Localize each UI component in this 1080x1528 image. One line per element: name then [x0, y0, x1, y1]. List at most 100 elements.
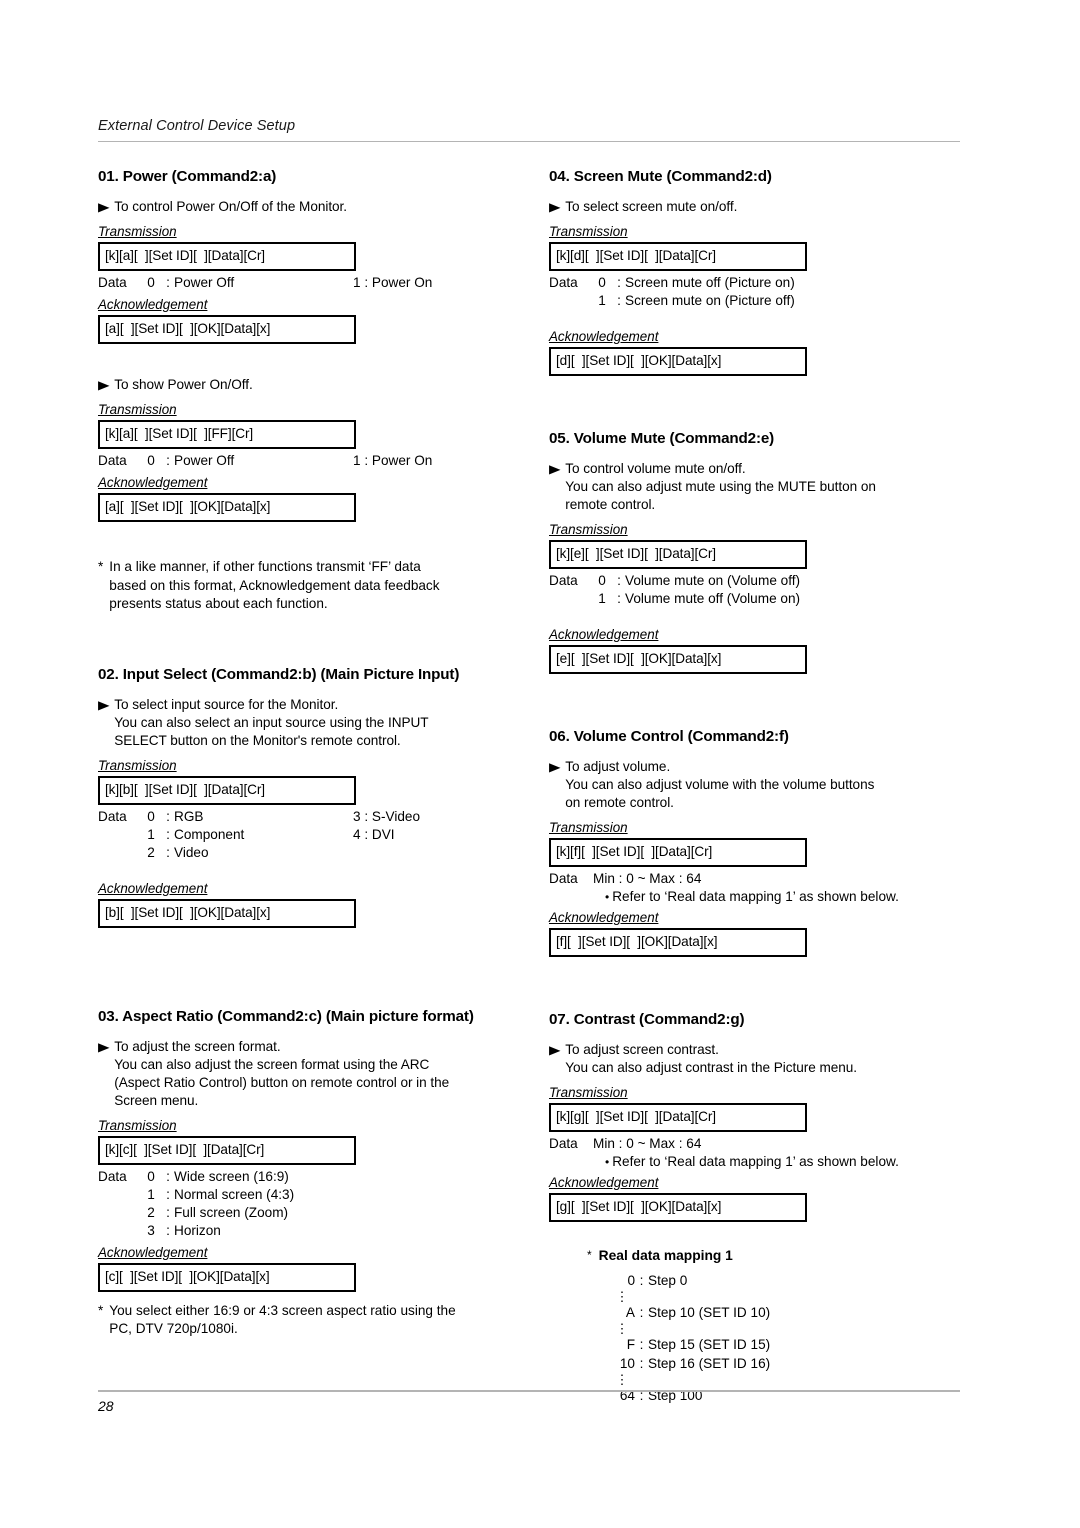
data-key: 2: [147, 1204, 155, 1220]
mapping-key: 10: [619, 1356, 635, 1371]
data-row: 1 : Volume mute off (Volume on): [549, 590, 969, 608]
data-label: Data: [98, 275, 127, 290]
data-value: Normal screen (4:3): [174, 1186, 295, 1202]
section-01-block-1: ▶ To control Power On/Off of the Monitor…: [98, 198, 518, 344]
data-row: Data 0 : RGB 3 : S-Video: [98, 808, 518, 826]
data-label-spacer: [98, 1204, 140, 1222]
intro-bullet: ▶ To adjust volume. You can also adjust …: [549, 758, 969, 812]
triangle-bullet-icon: ▶: [98, 200, 110, 214]
triangle-bullet-icon: ▶: [98, 378, 110, 392]
data-row: Data 0 : Power Off 1 : Power On: [98, 274, 518, 292]
intro-line: Screen menu.: [114, 1092, 199, 1108]
data-label-spacer: [98, 1222, 140, 1240]
transmission-command-box: [k][a][ ][Set ID][ ][FF][Cr]: [98, 420, 356, 449]
intro-line: (Aspect Ratio Control) button on remote …: [114, 1074, 450, 1090]
intro-text: To show Power On/Off.: [114, 377, 253, 392]
real-data-mapping-title-text: Real data mapping 1: [598, 1248, 733, 1263]
footnote-line: PC, DTV 720p/1080i.: [109, 1321, 238, 1336]
data-colon-2: :: [364, 826, 369, 842]
data-colon: :: [166, 1222, 170, 1238]
reference-note-text: Refer to ‘Real data mapping 1’ as shown …: [612, 889, 899, 904]
mapping-ellipsis-row: ⋮: [609, 1373, 969, 1386]
mapping-row: 64 : Step 100: [609, 1386, 969, 1405]
data-colon: :: [166, 453, 170, 468]
data-label: Data: [549, 275, 578, 290]
data-row: 2 : Video: [98, 844, 518, 862]
transmission-label: Transmission: [98, 224, 177, 239]
mapping-colon: :: [639, 1337, 644, 1352]
intro-line: To adjust the screen format.: [114, 1038, 281, 1054]
acknowledgement-label: Acknowledgement: [549, 910, 659, 925]
data-key: 1: [147, 826, 155, 842]
vertical-ellipsis-icon: ⋮: [615, 1372, 629, 1387]
triangle-bullet-icon: ▶: [549, 200, 561, 214]
data-row: 3 : Horizon: [98, 1222, 518, 1240]
acknowledgement-label: Acknowledgement: [549, 329, 659, 344]
data-label: Data: [98, 808, 127, 824]
data-value: Volume mute off (Volume on): [625, 591, 801, 606]
data-range-row: Data Min : 0 ~ Max : 64: [549, 870, 969, 888]
acknowledgement-label: Acknowledgement: [98, 297, 208, 312]
mapping-colon: :: [639, 1273, 644, 1288]
document-page: External Control Device Setup 01. Power …: [0, 0, 1080, 1528]
mapping-ellipsis-row: ⋮: [609, 1322, 969, 1335]
intro-text: To adjust volume. You can also adjust vo…: [565, 758, 874, 812]
mapping-row: 10 : Step 16 (SET ID 16): [609, 1354, 969, 1373]
intro-bullet: ▶ To adjust screen contrast. You can als…: [549, 1041, 969, 1077]
real-data-mapping-list: 0 : Step 0 ⋮ A : Step 10 (SET ID 10) ⋮ F: [609, 1271, 969, 1405]
section-01-block-2: ▶ To show Power On/Off. Transmission [k]…: [98, 376, 518, 522]
dot-bullet-icon: •: [605, 890, 610, 904]
transmission-label: Transmission: [549, 1085, 628, 1100]
mapping-ellipsis-row: ⋮: [609, 1290, 969, 1303]
acknowledgement-command-box: [b][ ][Set ID][ ][OK][Data][x]: [98, 898, 356, 928]
intro-bullet: ▶ To control volume mute on/off. You can…: [549, 460, 969, 514]
section-03-footnote: * You select either 16:9 or 4:3 screen a…: [98, 1302, 518, 1339]
data-label: Data: [549, 573, 578, 588]
data-colon: :: [166, 275, 170, 290]
footnote-text: You select either 16:9 or 4:3 screen asp…: [109, 1302, 455, 1339]
data-key: 0: [598, 275, 606, 290]
data-row: Data 0 : Power Off 1 : Power On: [98, 452, 518, 470]
mapping-value: Step 0: [648, 1273, 688, 1288]
data-row: Data 0 : Screen mute off (Picture on): [549, 274, 969, 292]
mapping-row: F : Step 15 (SET ID 15): [609, 1335, 969, 1354]
data-label: Data: [98, 453, 127, 468]
data-secondary: 4 : DVI: [353, 826, 395, 844]
data-colon: :: [166, 1186, 170, 1202]
intro-text: To adjust the screen format. You can als…: [114, 1038, 449, 1110]
acknowledgement-command-box: [g][ ][Set ID][ ][OK][Data][x]: [549, 1193, 807, 1222]
intro-bullet: ▶ To show Power On/Off.: [98, 376, 518, 394]
real-data-mapping-block: * Real data mapping 1 0 : Step 0 ⋮ A : St…: [587, 1248, 969, 1405]
running-header: External Control Device Setup: [98, 118, 960, 142]
intro-line: You can also select an input source usin…: [114, 714, 429, 730]
transmission-label: Transmission: [549, 820, 628, 835]
left-column: 01. Power (Command2:a) ▶ To control Powe…: [98, 168, 518, 1339]
data-row: 2 : Full screen (Zoom): [98, 1204, 518, 1222]
triangle-bullet-icon: ▶: [549, 1043, 561, 1057]
mapping-colon: :: [639, 1305, 644, 1320]
data-label-spacer: [549, 292, 591, 310]
section-title: 01. Power (Command2:a): [98, 168, 277, 185]
mapping-value: Step 100: [648, 1388, 703, 1403]
asterisk-marker: *: [98, 559, 104, 574]
intro-bullet: ▶ To control Power On/Off of the Monitor…: [98, 198, 518, 216]
right-column: 04. Screen Mute (Command2:d) ▶ To select…: [549, 168, 969, 1405]
data-key-2: 4: [353, 826, 361, 842]
section-03-aspect-ratio: 03. Aspect Ratio (Command2:c) (Main pict…: [98, 1008, 518, 1339]
intro-text: To adjust screen contrast. You can also …: [565, 1041, 857, 1077]
data-value: Full screen (Zoom): [174, 1204, 289, 1220]
footnote-text: In a like manner, if other functions tra…: [109, 558, 439, 614]
intro-line: You can also adjust contrast in the Pict…: [565, 1060, 857, 1075]
transmission-command-box: [k][e][ ][Set ID][ ][Data][Cr]: [549, 540, 807, 569]
mapping-colon: :: [639, 1388, 644, 1403]
intro-line: You can also adjust mute using the MUTE …: [565, 479, 876, 494]
data-secondary: 1 : Power On: [353, 274, 432, 292]
transmission-label: Transmission: [98, 1117, 177, 1133]
mapping-colon: :: [639, 1356, 644, 1371]
intro-line: SELECT button on the Monitor's remote co…: [114, 732, 401, 748]
transmission-command-box: [k][b][ ][Set ID][ ][Data][Cr]: [98, 775, 356, 805]
data-value: Horizon: [174, 1222, 221, 1238]
